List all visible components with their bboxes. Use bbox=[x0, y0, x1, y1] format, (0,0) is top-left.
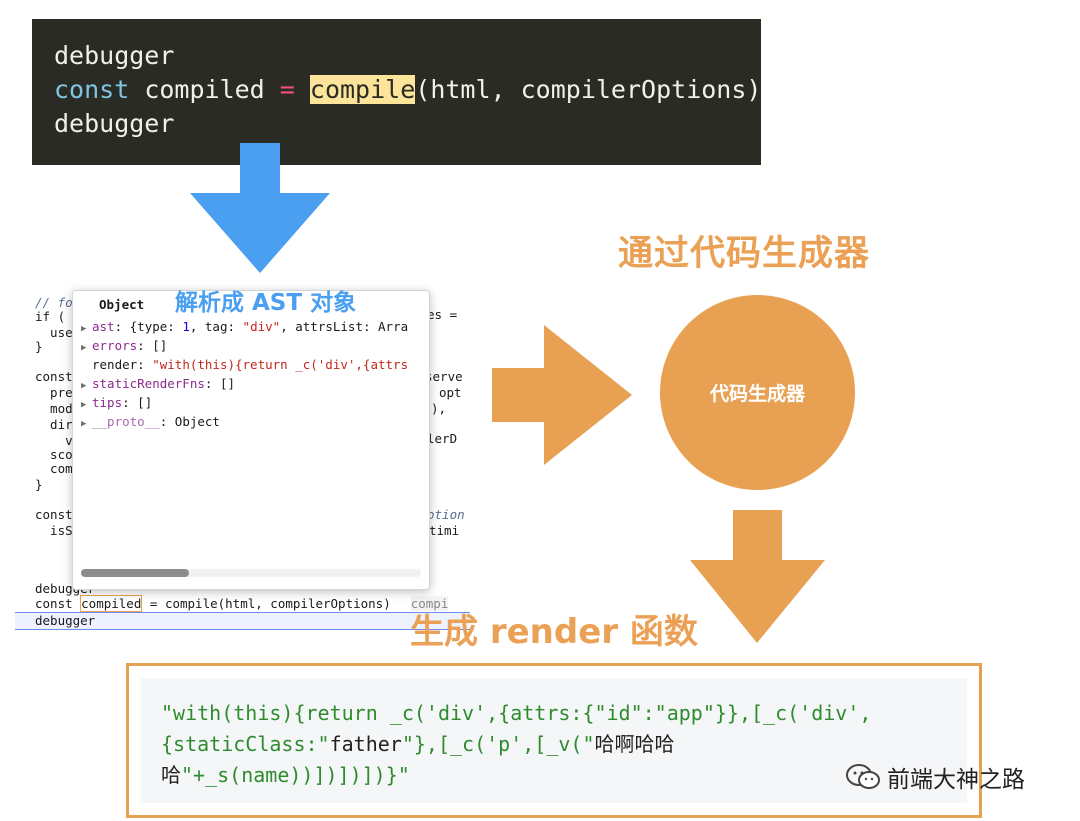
debugger-code-line: } bbox=[35, 477, 43, 492]
debugger-code-fragment: otion bbox=[427, 507, 465, 522]
debugger-code-line: pre bbox=[35, 385, 73, 400]
render-code-line-1: "with(this){return _c('div',{attrs:{"id"… bbox=[161, 701, 872, 725]
const-keyword: const bbox=[54, 75, 130, 104]
code-line-debugger-1: debugger bbox=[54, 41, 175, 70]
render-title: 生成 render 函数 bbox=[410, 612, 698, 652]
popup-row-proto[interactable]: ▶ __proto__: Object bbox=[81, 412, 220, 434]
code-line-debugger-2: debugger bbox=[54, 109, 175, 138]
current-line-highlight: debugger bbox=[15, 612, 470, 630]
codegen-title: 通过代码生成器 bbox=[618, 234, 871, 274]
popup-title: Object bbox=[99, 297, 145, 312]
debugger-code-fragment: lerD bbox=[427, 431, 458, 446]
orange-down-arrow bbox=[690, 510, 825, 643]
debugger-const-line: const compiled = compile(html, compilerO… bbox=[35, 595, 449, 612]
render-code-2d: 哈啊哈哈 bbox=[594, 732, 675, 756]
popup-row-value: {type: 1, tag: "div", attrsList: Arra bbox=[129, 319, 409, 334]
debugger-code-line: const bbox=[35, 369, 73, 384]
compile-function-highlight: compile bbox=[309, 75, 416, 104]
render-function-box: "with(this){return _c('div',{attrs:{"id"… bbox=[126, 663, 982, 818]
popup-scrollbar-thumb[interactable] bbox=[81, 569, 189, 577]
debugger-line-2: debugger bbox=[35, 613, 96, 628]
object-popup: Object ▶ ast: {type: 1, tag: "div", attrs… bbox=[72, 290, 430, 590]
compiled-highlight: compiled bbox=[80, 595, 143, 612]
watermark-text: 前端大神之路 bbox=[887, 767, 1025, 793]
debugger-code-fragment: ), bbox=[431, 401, 447, 416]
debugger-code-line: mod bbox=[35, 401, 73, 416]
blue-down-arrow bbox=[190, 143, 330, 273]
render-code-line-2: {staticClass:"father"},[_c('p',[_v("哈啊哈哈 bbox=[161, 729, 674, 760]
popup-row-value: [] bbox=[137, 395, 153, 410]
render-code-line-3: 哈"+_s(name))])])])}" bbox=[161, 760, 410, 791]
render-code-2b: father bbox=[329, 732, 402, 756]
codegen-circle-label: 代码生成器 bbox=[709, 383, 805, 405]
const-text: const bbox=[35, 596, 81, 611]
debugger-code-fragment: timi bbox=[429, 523, 460, 538]
compile-call: = compile(html, compilerOptions) bbox=[142, 596, 391, 611]
expand-triangle-icon[interactable]: ▶ bbox=[81, 415, 92, 434]
popup-scrollbar[interactable] bbox=[81, 569, 421, 577]
popup-row-value: "with(this){return _c('div',{attrs bbox=[152, 357, 409, 372]
code-line-compile: const compiled = compile(html, compilerO… bbox=[54, 73, 761, 107]
popup-row-value: Object bbox=[174, 414, 220, 429]
popup-row-key: ast bbox=[92, 319, 115, 334]
codegen-circle: 代码生成器 bbox=[660, 295, 855, 490]
popup-row-key: render bbox=[92, 357, 138, 372]
debugger-code-line: isS bbox=[35, 523, 73, 538]
debugger-code-line: if ( bbox=[35, 309, 66, 324]
debugger-code-line: const bbox=[35, 507, 73, 522]
render-code-3b: "+_s(name))])])])}" bbox=[181, 763, 410, 787]
compile-args: (html, compilerOptions) bbox=[415, 75, 762, 104]
popup-row-render: render: "with(this){return _c('div',{att… bbox=[92, 357, 409, 372]
debugger-code-fragment: es = bbox=[427, 307, 458, 322]
debugger-code-fragment: serve bbox=[425, 369, 463, 384]
debugger-code-line: dir bbox=[35, 417, 73, 432]
popup-row-key: tips bbox=[92, 395, 123, 410]
orange-right-arrow bbox=[492, 325, 632, 465]
code-panel: debugger const compiled = compile(html, … bbox=[32, 19, 761, 165]
render-code-2a: {staticClass:" bbox=[161, 732, 330, 756]
wechat-icon bbox=[846, 764, 880, 789]
assign-operator: = bbox=[279, 75, 295, 104]
popup-row-value: [] bbox=[219, 376, 236, 391]
popup-row-key: __proto__ bbox=[92, 414, 160, 429]
popup-row-key: staticRenderFns bbox=[92, 376, 205, 391]
debugger-code-line: com bbox=[35, 461, 73, 476]
ast-label: 解析成 AST 对象 bbox=[175, 290, 357, 316]
popup-row-value: [] bbox=[152, 338, 168, 353]
compiled-variable: compiled bbox=[129, 75, 280, 104]
render-code-3a: 哈 bbox=[161, 763, 181, 787]
render-code-block: "with(this){return _c('div',{attrs:{"id"… bbox=[141, 678, 967, 803]
debugger-code-line: } bbox=[35, 339, 43, 354]
render-code-2c: "},[_c('p',[_v(" bbox=[401, 732, 595, 756]
debugger-code-fragment: opt bbox=[439, 385, 462, 400]
watermark: 前端大神之路 bbox=[845, 760, 1025, 794]
popup-row-key: errors bbox=[92, 338, 138, 353]
